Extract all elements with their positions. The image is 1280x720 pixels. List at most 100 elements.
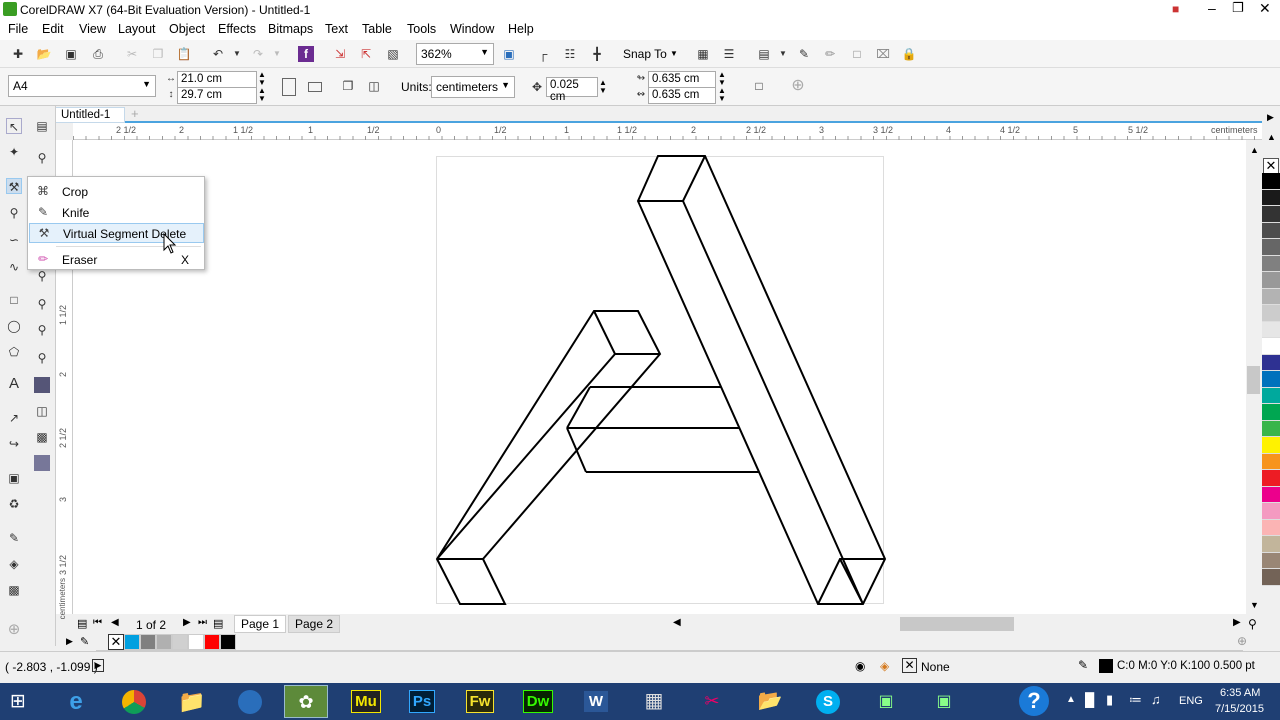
windows-start-icon[interactable]: ⊞ (10, 690, 26, 713)
color-swatch[interactable] (1262, 503, 1280, 520)
scroll-right-icon[interactable]: ▶ (1233, 617, 1241, 628)
pick-tool-icon[interactable]: ↖ (6, 118, 22, 134)
dup-y-spinner-icon[interactable]: ▲ ▼ (718, 87, 726, 103)
full-screen-preview-icon[interactable]: ▣ (501, 46, 517, 62)
flyout-item-eraser[interactable]: ✏ Eraser X (29, 250, 204, 270)
color-swatch[interactable] (1262, 387, 1280, 404)
first-page-icon[interactable]: ⏮ (93, 617, 102, 628)
next-page-icon[interactable]: ▶ (183, 617, 191, 628)
quick-customize-icon[interactable]: ⊕ (790, 78, 806, 94)
zoom-tool-icon[interactable]: ⚲ (6, 205, 22, 221)
menu-tools[interactable]: Tools (407, 22, 436, 36)
import-icon[interactable]: ⇲ (332, 46, 348, 62)
menu-view[interactable]: View (79, 22, 106, 36)
open-icon[interactable]: 📂 (36, 46, 52, 62)
menu-text[interactable]: Text (325, 22, 348, 36)
color-swatch[interactable] (1262, 288, 1280, 305)
chrome-icon[interactable] (112, 685, 156, 718)
network-icon[interactable]: █ (1085, 692, 1094, 707)
fireworks-icon[interactable]: Fw (458, 685, 502, 718)
undo-dropdown-icon[interactable]: ▼ (229, 46, 245, 62)
freehand-tool-icon[interactable]: ∽ (6, 232, 22, 248)
scroll-left-icon[interactable]: ◀ (673, 617, 681, 628)
color-swatch[interactable] (1262, 470, 1280, 487)
menu-object[interactable]: Object (169, 22, 205, 36)
pan-tool-icon[interactable] (34, 455, 50, 471)
show-rulers-icon[interactable]: ┌ (535, 46, 551, 62)
tray-up-icon[interactable]: ▲ (1066, 694, 1076, 705)
doc-color-swatch[interactable] (156, 634, 172, 650)
scroll-up-icon[interactable]: ▲ (1250, 145, 1259, 155)
corel-app-2-icon[interactable]: ▣ (922, 685, 966, 718)
portrait-icon[interactable] (282, 78, 296, 96)
duplicate-distance-x-field[interactable]: 0.635 cm (648, 71, 716, 88)
artistic-media-icon[interactable]: ∿ (6, 259, 22, 275)
add-tool-icon[interactable]: ⊕ (6, 622, 22, 638)
rectangle-tool-icon[interactable]: □ (6, 292, 22, 308)
undo-icon[interactable]: ↶ (210, 46, 226, 62)
doc-palette-add-icon[interactable]: ⊕ (1237, 634, 1247, 648)
save-icon[interactable]: ▣ (63, 46, 79, 62)
redo-dropdown-icon[interactable]: ▼ (269, 46, 285, 62)
zoom-flyout-icon[interactable]: ▤ (34, 118, 50, 134)
lock-icon[interactable]: 🔒 (901, 46, 917, 62)
internet-explorer-icon[interactable]: e (54, 685, 98, 718)
zoom-out-icon[interactable]: ⚲ (34, 296, 50, 312)
redo-icon[interactable]: ↷ (250, 46, 266, 62)
doc-color-swatch[interactable] (172, 634, 188, 650)
crop-tool-icon[interactable]: ⚒ (6, 178, 22, 194)
color-swatch[interactable] (1262, 404, 1280, 421)
menu-edit[interactable]: Edit (42, 22, 64, 36)
color-swatch[interactable] (1262, 189, 1280, 206)
treat-as-filled-icon[interactable]: □ (751, 78, 767, 94)
no-color-swatch[interactable]: ✕ (1263, 158, 1279, 174)
color-swatch[interactable] (1262, 569, 1280, 586)
photoshop-icon[interactable]: Ps (400, 685, 444, 718)
doc-color-swatch[interactable] (188, 634, 204, 650)
zoom-selected-icon[interactable]: ⚲ (34, 322, 50, 338)
color-swatch[interactable] (1262, 272, 1280, 289)
horizontal-scroll-thumb[interactable] (900, 617, 1014, 631)
flyout-item-crop[interactable]: ⌘ Crop (29, 182, 204, 202)
shape-tool-icon[interactable]: ✦ (6, 144, 22, 160)
skype-icon[interactable]: S (806, 685, 850, 718)
polygon-tool-icon[interactable]: ⬠ (6, 344, 22, 360)
color-swatch[interactable] (1262, 371, 1280, 388)
restore-icon[interactable]: ❐ (1232, 0, 1244, 16)
dreamweaver-icon[interactable]: Dw (516, 685, 560, 718)
new-tab-icon[interactable]: + (131, 106, 139, 121)
coreldraw-taskbar-icon[interactable]: ✿ (284, 685, 328, 718)
height-spinner-icon[interactable]: ▲ ▼ (258, 87, 266, 103)
color-swatch[interactable] (1262, 437, 1280, 454)
paste-icon[interactable]: 📋 (176, 46, 192, 62)
units-dropdown[interactable]: centimeters ▼ (431, 76, 515, 98)
navigator-icon[interactable]: ⚲ (1248, 617, 1257, 631)
page-width-field[interactable]: 21.0 cm (177, 71, 257, 88)
file-explorer-icon[interactable]: 📁 (170, 685, 214, 718)
dup-x-spinner-icon[interactable]: ▲ ▼ (718, 71, 726, 87)
marker-icon[interactable]: ✏ (822, 46, 838, 62)
color-swatch[interactable] (1262, 338, 1280, 355)
doc-palette-eyedropper-icon[interactable]: ✎ (80, 635, 89, 648)
snap-to-dropdown[interactable]: Snap To (623, 47, 667, 61)
interactive-fill-icon[interactable]: ◈ (6, 556, 22, 572)
scroll-down-icon[interactable]: ▼ (1250, 600, 1259, 610)
language-indicator[interactable]: ENG (1179, 695, 1203, 707)
zoom-all-icon[interactable]: ⚲ (34, 350, 50, 366)
color-swatch[interactable] (1262, 536, 1280, 553)
all-pages-icon[interactable]: ❐ (340, 78, 356, 94)
minimize-icon[interactable]: – (1208, 0, 1216, 16)
smart-fill-icon[interactable]: ▩ (6, 582, 22, 598)
add-page-before-icon[interactable]: ▤ (77, 617, 87, 630)
calculator-icon[interactable]: ▦ (632, 685, 676, 718)
color-swatch[interactable] (1262, 239, 1280, 256)
drawing-canvas[interactable] (73, 140, 1246, 614)
doc-palette-expand-icon[interactable]: ▶ (66, 636, 73, 647)
muse-icon[interactable]: Mu (344, 685, 388, 718)
add-page-after-icon[interactable]: ▤ (213, 617, 223, 630)
zoom-in-icon[interactable]: ⚲ (34, 268, 50, 284)
options-icon[interactable]: ▦ (695, 46, 711, 62)
help-icon[interactable]: ? (1019, 686, 1049, 716)
menu-bitmaps[interactable]: Bitmaps (268, 22, 313, 36)
color-swatch[interactable] (1262, 173, 1280, 190)
